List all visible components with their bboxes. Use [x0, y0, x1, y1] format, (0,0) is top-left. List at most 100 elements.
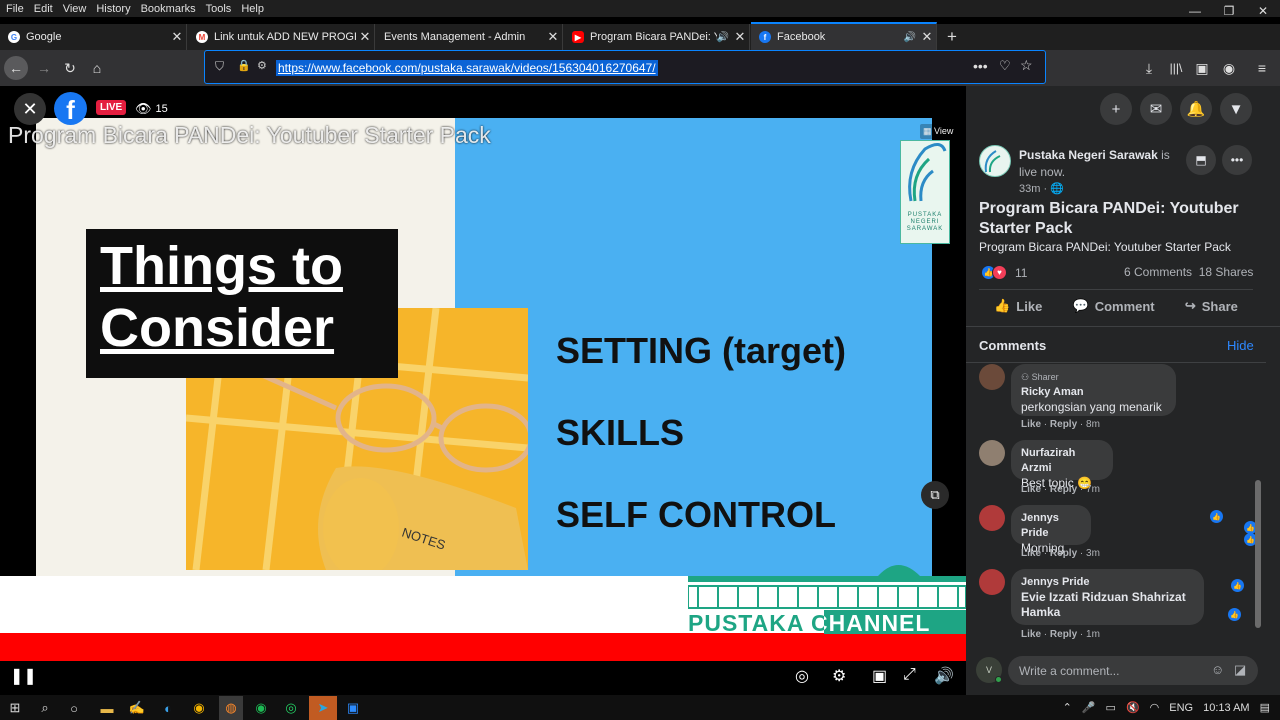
more-actions-icon[interactable]: ••• — [973, 58, 988, 74]
permissions-icon[interactable]: ⚙ — [257, 59, 267, 72]
reactions-summary[interactable]: 👍 ♥ 11 — [981, 265, 1027, 280]
picture-in-picture-icon[interactable]: ⧉ — [921, 481, 949, 509]
comments-count[interactable]: 6 Comments — [1124, 265, 1192, 279]
tab-facebook[interactable]: f Facebook 🔊 ✕ — [751, 22, 937, 50]
close-tab-icon[interactable]: ✕ — [168, 29, 186, 45]
menu-bookmarks[interactable]: Bookmarks — [136, 3, 201, 15]
close-video-button[interactable]: ✕ — [14, 93, 46, 125]
firefox-icon[interactable]: ◍ — [221, 698, 241, 718]
url-bar[interactable]: ⛉ 🔒 ⚙ https://www.facebook.com/pustaka.s… — [204, 50, 1046, 84]
comments-scrollbar-thumb[interactable] — [1255, 480, 1261, 628]
account-dropdown-icon[interactable]: ▼ — [1220, 93, 1252, 125]
task-view-icon[interactable]: ○ — [64, 698, 84, 718]
view-tag[interactable]: ▦ View — [920, 124, 957, 139]
hamburger-menu-icon[interactable]: ≡ — [1250, 56, 1274, 80]
download-icon[interactable]: ⤓ — [1137, 56, 1161, 80]
new-tab-icon[interactable]: + — [940, 24, 964, 50]
library-icon[interactable]: |||\ — [1164, 56, 1188, 80]
comment-like-link[interactable]: Like — [1021, 629, 1041, 640]
language-indicator[interactable]: ENG — [1169, 702, 1193, 714]
menu-edit[interactable]: Edit — [29, 3, 58, 15]
more-options-icon[interactable]: ••• — [1222, 145, 1252, 175]
wifi-icon[interactable]: ◠ — [1150, 701, 1160, 714]
battery-icon[interactable]: ▭ — [1106, 701, 1116, 714]
comment-reply-link[interactable]: Reply — [1050, 629, 1077, 640]
zoom-icon[interactable]: ▣ — [343, 698, 363, 718]
commenter-avatar[interactable] — [979, 364, 1005, 390]
comment-time[interactable]: 8m — [1086, 419, 1100, 430]
microphone-icon[interactable]: 🎤 — [1082, 701, 1096, 714]
like-reaction-icon[interactable]: 👍 — [1231, 579, 1244, 592]
windows-start-icon[interactable]: ⊞ — [5, 698, 25, 718]
clock[interactable]: 10:13 AM — [1203, 702, 1249, 714]
speaker-icon[interactable]: 🔊 — [904, 32, 916, 43]
menu-history[interactable]: History — [91, 3, 135, 15]
hide-comments-link[interactable]: Hide — [1227, 338, 1254, 353]
like-button[interactable]: 👍 Like — [994, 298, 1042, 314]
share-button[interactable]: ↪ Share — [1185, 298, 1238, 314]
notifications-icon[interactable]: ▤ — [1260, 701, 1270, 714]
bookmark-star-icon[interactable]: ☆ — [1020, 57, 1033, 74]
tray-chevron-icon[interactable]: ⌃ — [1063, 701, 1072, 714]
post-time[interactable]: 33m · 🌐 — [1019, 182, 1064, 195]
comment-time[interactable]: 7m — [1086, 484, 1100, 495]
create-plus-icon[interactable]: + — [1100, 93, 1132, 125]
tab-google[interactable]: G Google ✕ — [0, 24, 187, 50]
commenter-name[interactable]: Nurfazirah Arzmi — [1021, 446, 1103, 476]
comment-like-link[interactable]: Like — [1021, 419, 1041, 430]
pause-icon[interactable]: ❚❚ — [10, 666, 37, 686]
chrome-icon[interactable]: ◉ — [189, 698, 209, 718]
page-name-link[interactable]: Pustaka Negeri Sarawak — [1019, 148, 1158, 162]
commenter-avatar[interactable] — [979, 505, 1005, 531]
menu-help[interactable]: Help — [236, 3, 269, 15]
settings-gear-icon[interactable]: ⚙ — [832, 666, 846, 686]
home-icon[interactable]: ⌂ — [85, 56, 109, 80]
comment-time[interactable]: 3m — [1086, 548, 1100, 559]
speaker-icon[interactable]: 🔊 — [717, 32, 729, 43]
close-tab-icon[interactable]: ✕ — [918, 29, 936, 45]
back-arrow-icon[interactable]: ← — [4, 56, 28, 80]
shield-icon[interactable]: ⛉ — [215, 59, 224, 74]
tab-youtube[interactable]: ▶ Program Bicara PANDei: Yo 🔊 ✕ — [564, 24, 750, 50]
comment-reply-link[interactable]: Reply — [1050, 419, 1077, 430]
close-window-button[interactable]: ✕ — [1246, 0, 1280, 22]
edge-icon[interactable]: ◐ — [158, 698, 178, 718]
save-post-icon[interactable]: ⬒ — [1186, 145, 1216, 175]
commenter-name[interactable]: Jennys Pride — [1021, 511, 1081, 541]
commenter-avatar[interactable] — [979, 440, 1005, 466]
url-text[interactable]: https://www.facebook.com/pustaka.sarawak… — [276, 60, 658, 76]
commenter-avatar[interactable] — [979, 569, 1005, 595]
menu-file[interactable]: File — [0, 3, 29, 15]
comment-time[interactable]: 1m — [1086, 629, 1100, 640]
file-explorer-icon[interactable]: ▬ — [97, 698, 117, 718]
sidebar-icon[interactable]: ▣ — [1190, 56, 1214, 80]
mute-icon[interactable]: 🔇 — [1126, 701, 1140, 714]
telegram-icon[interactable]: ➤ — [313, 698, 333, 718]
like-reaction-icon[interactable]: 👍 — [1228, 608, 1241, 621]
fullscreen-icon[interactable]: ⤢ — [903, 666, 916, 684]
comment-like-link[interactable]: Like — [1021, 484, 1041, 495]
notifications-bell-icon[interactable]: 🔔 — [1180, 93, 1212, 125]
comment-like-link[interactable]: Like — [1021, 548, 1041, 559]
emoji-icon[interactable]: ☺ — [1211, 662, 1224, 677]
lock-icon[interactable]: 🔒 — [237, 59, 251, 72]
comment-reply-link[interactable]: Reply — [1050, 548, 1077, 559]
pen-app-icon[interactable]: ✍ — [127, 698, 147, 718]
mini-player-icon[interactable]: ▣ — [872, 666, 887, 686]
forward-arrow-icon[interactable]: → — [32, 56, 56, 80]
tab-gmail[interactable]: M Link untuk ADD NEW PROGRAM ✕ — [188, 24, 375, 50]
sticker-icon[interactable]: ◪ — [1234, 662, 1246, 678]
shares-count[interactable]: 18 Shares — [1199, 265, 1254, 279]
facebook-logo-icon[interactable]: f — [54, 92, 87, 125]
commenter-name[interactable]: Ricky Aman — [1021, 385, 1166, 400]
restore-button[interactable]: ❐ — [1212, 0, 1246, 22]
close-tab-icon[interactable]: ✕ — [356, 29, 374, 45]
whatsapp-icon[interactable]: ◎ — [281, 698, 301, 718]
messenger-icon[interactable]: ✉ — [1140, 93, 1172, 125]
close-tab-icon[interactable]: ✕ — [731, 29, 749, 45]
search-icon[interactable]: ⌕ — [35, 698, 55, 718]
close-tab-icon[interactable]: ✕ — [544, 29, 562, 45]
pocket-icon[interactable]: ♡ — [999, 58, 1011, 74]
volume-icon[interactable]: 🔊 — [934, 666, 954, 686]
spotify-icon[interactable]: ◉ — [251, 698, 271, 718]
